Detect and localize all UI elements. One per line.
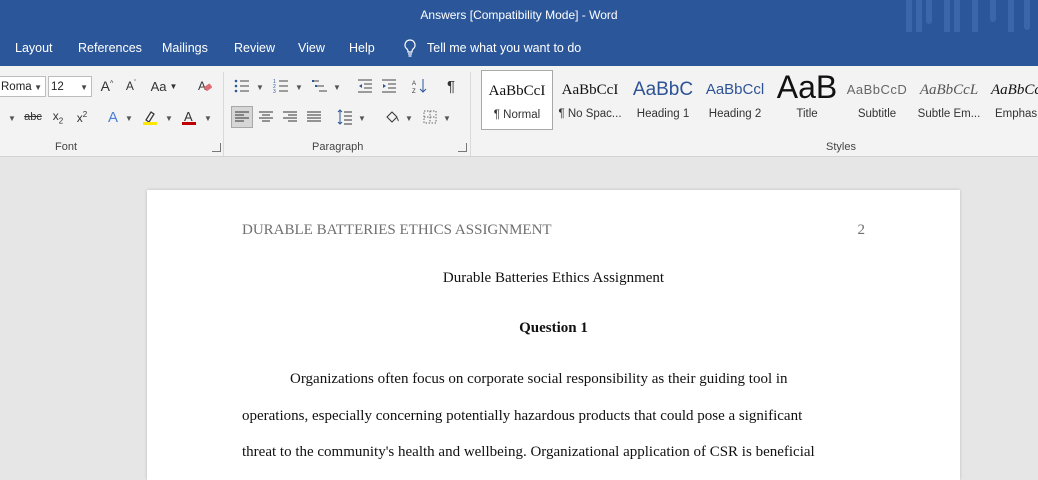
chevron-down-icon[interactable]: ▼	[333, 83, 341, 92]
running-header: DURABLE BATTERIES ETHICS ASSIGNMENT	[242, 222, 552, 238]
font-color-icon[interactable]: A	[178, 106, 200, 128]
paragraph-line: threat to the community's health and wel…	[242, 444, 815, 460]
tab-view[interactable]: View	[298, 41, 325, 55]
group-divider	[223, 72, 224, 156]
tab-help[interactable]: Help	[349, 41, 375, 55]
style-no-spacing[interactable]: AaBbCcI ¶ No Spac...	[554, 70, 626, 130]
tab-references[interactable]: References	[78, 41, 142, 55]
decrease-indent-icon[interactable]	[354, 75, 376, 97]
style-subtitle[interactable]: AaBbCcD Subtitle	[841, 70, 913, 130]
chevron-down-icon[interactable]: ▼	[405, 114, 413, 123]
tab-mailings[interactable]: Mailings	[162, 41, 208, 55]
style-name: Heading 1	[636, 108, 690, 120]
svg-text:Z: Z	[412, 89, 416, 94]
bullets-icon[interactable]	[231, 75, 253, 97]
document-page[interactable]: DURABLE BATTERIES ETHICS ASSIGNMENT 2 Du…	[147, 190, 960, 480]
style-sample: AaBbCcL	[919, 82, 979, 98]
style-sample: AaBbCcI	[488, 83, 546, 99]
svg-text:A: A	[184, 109, 193, 124]
tab-review[interactable]: Review	[234, 41, 275, 55]
document-title: Durable Batteries Ethics Assignment	[442, 270, 665, 286]
tab-layout[interactable]: Layout	[15, 41, 53, 55]
chevron-down-icon[interactable]: ▼	[34, 77, 42, 98]
svg-text:3: 3	[273, 89, 276, 94]
increase-indent-icon[interactable]	[378, 75, 400, 97]
font-name-combo[interactable]: Roma ▼	[0, 76, 46, 97]
style-name: Heading 2	[708, 108, 762, 120]
style-name: ¶ No Spac...	[558, 108, 622, 120]
change-case-icon[interactable]: Aa ▼	[149, 75, 179, 97]
paragraph-dialog-launcher-icon[interactable]	[458, 143, 467, 152]
style-subtle-emphasis[interactable]: AaBbCcL Subtle Em...	[913, 70, 985, 130]
style-heading-1[interactable]: AaBbC Heading 1	[627, 70, 699, 130]
justify-icon[interactable]	[303, 106, 325, 128]
style-title[interactable]: AaB Title	[771, 70, 843, 130]
chevron-down-icon[interactable]: ▼	[204, 114, 212, 123]
font-size-combo[interactable]: 12 ▼	[48, 76, 92, 97]
chevron-down-icon[interactable]: ▼	[165, 114, 173, 123]
superscript-icon[interactable]: x2	[71, 106, 93, 128]
chevron-down-icon[interactable]: ▼	[358, 114, 366, 123]
borders-icon[interactable]	[419, 106, 441, 128]
font-dialog-launcher-icon[interactable]	[212, 143, 221, 152]
style-sample: AaBbCcI	[561, 82, 619, 98]
chevron-down-icon[interactable]: ▼	[256, 83, 264, 92]
styles-group-label: Styles	[826, 141, 856, 153]
shading-icon[interactable]	[381, 106, 403, 128]
font-group-label: Font	[55, 141, 78, 153]
text-effects-icon[interactable]: A	[102, 106, 124, 128]
font-name-value: Roma	[1, 81, 32, 93]
show-formatting-marks-icon[interactable]: ¶	[440, 75, 462, 97]
line-spacing-icon[interactable]	[334, 106, 356, 128]
style-heading-2[interactable]: AaBbCcl Heading 2	[699, 70, 771, 130]
grow-font-icon[interactable]: A^	[96, 75, 118, 97]
align-left-icon[interactable]	[231, 106, 253, 128]
chevron-down-icon[interactable]: ▼	[80, 77, 88, 98]
style-emphasis[interactable]: AaBbCc Emphas	[987, 70, 1038, 130]
question-heading: Question 1	[519, 320, 588, 336]
ribbon-tabs: Layout References Mailings Review View H…	[0, 32, 1038, 66]
chevron-down-icon[interactable]: ▼	[295, 83, 303, 92]
window-title: Answers [Compatibility Mode] - Word	[420, 8, 618, 22]
style-sample: AaBbCcD	[846, 82, 908, 97]
multilevel-list-icon[interactable]	[309, 75, 331, 97]
styles-gallery: AaBbCcI ¶ Normal AaBbCcI ¶ No Spac... Aa…	[477, 70, 1038, 130]
svg-text:A: A	[412, 81, 416, 87]
tell-me-box[interactable]: Tell me what you want to do	[403, 39, 581, 57]
align-right-icon[interactable]	[279, 106, 301, 128]
chevron-down-icon[interactable]: ▼	[8, 114, 16, 123]
style-sample: AaB	[776, 70, 838, 105]
font-size-value: 12	[51, 81, 64, 93]
clear-formatting-icon[interactable]: A	[194, 75, 216, 97]
group-divider	[470, 72, 471, 156]
title-bar: Answers [Compatibility Mode] - Word	[0, 0, 1038, 42]
style-name: Subtitle	[857, 108, 897, 120]
lightbulb-icon	[404, 39, 416, 57]
sort-icon[interactable]: AZ	[409, 75, 431, 97]
style-sample: AaBbC	[632, 79, 694, 100]
tell-me-text: Tell me what you want to do	[427, 41, 582, 55]
text-highlight-icon[interactable]	[139, 106, 161, 128]
svg-text:A: A	[198, 79, 206, 93]
ribbon: Roma ▼ 12 ▼ A^ Aˇ Aa ▼ A ▼ abc x2 x2 A ▼ ▼ …	[0, 66, 1038, 157]
shrink-font-icon[interactable]: Aˇ	[120, 75, 142, 97]
paragraph-line: operations, especially concerning potent…	[242, 408, 803, 424]
style-sample: AaBbCcl	[705, 81, 765, 98]
style-name: ¶ Normal	[493, 109, 541, 121]
page-number: 2	[857, 222, 866, 238]
numbering-icon[interactable]: 123	[270, 75, 292, 97]
align-center-icon[interactable]	[255, 106, 277, 128]
strikethrough-icon[interactable]: abc	[22, 106, 44, 128]
style-normal[interactable]: AaBbCcI ¶ Normal	[481, 70, 553, 130]
chevron-down-icon[interactable]: ▼	[125, 114, 133, 123]
style-name: Title	[796, 108, 818, 120]
paragraph-group-label: Paragraph	[312, 141, 364, 153]
chevron-down-icon[interactable]: ▼	[443, 114, 451, 123]
style-sample: AaBbCc	[991, 82, 1038, 98]
style-name: Emphas	[995, 108, 1038, 120]
subscript-icon[interactable]: x2	[47, 106, 69, 128]
style-name: Subtle Em...	[917, 108, 981, 120]
paragraph-line: Organizations often focus on corporate s…	[290, 371, 788, 387]
